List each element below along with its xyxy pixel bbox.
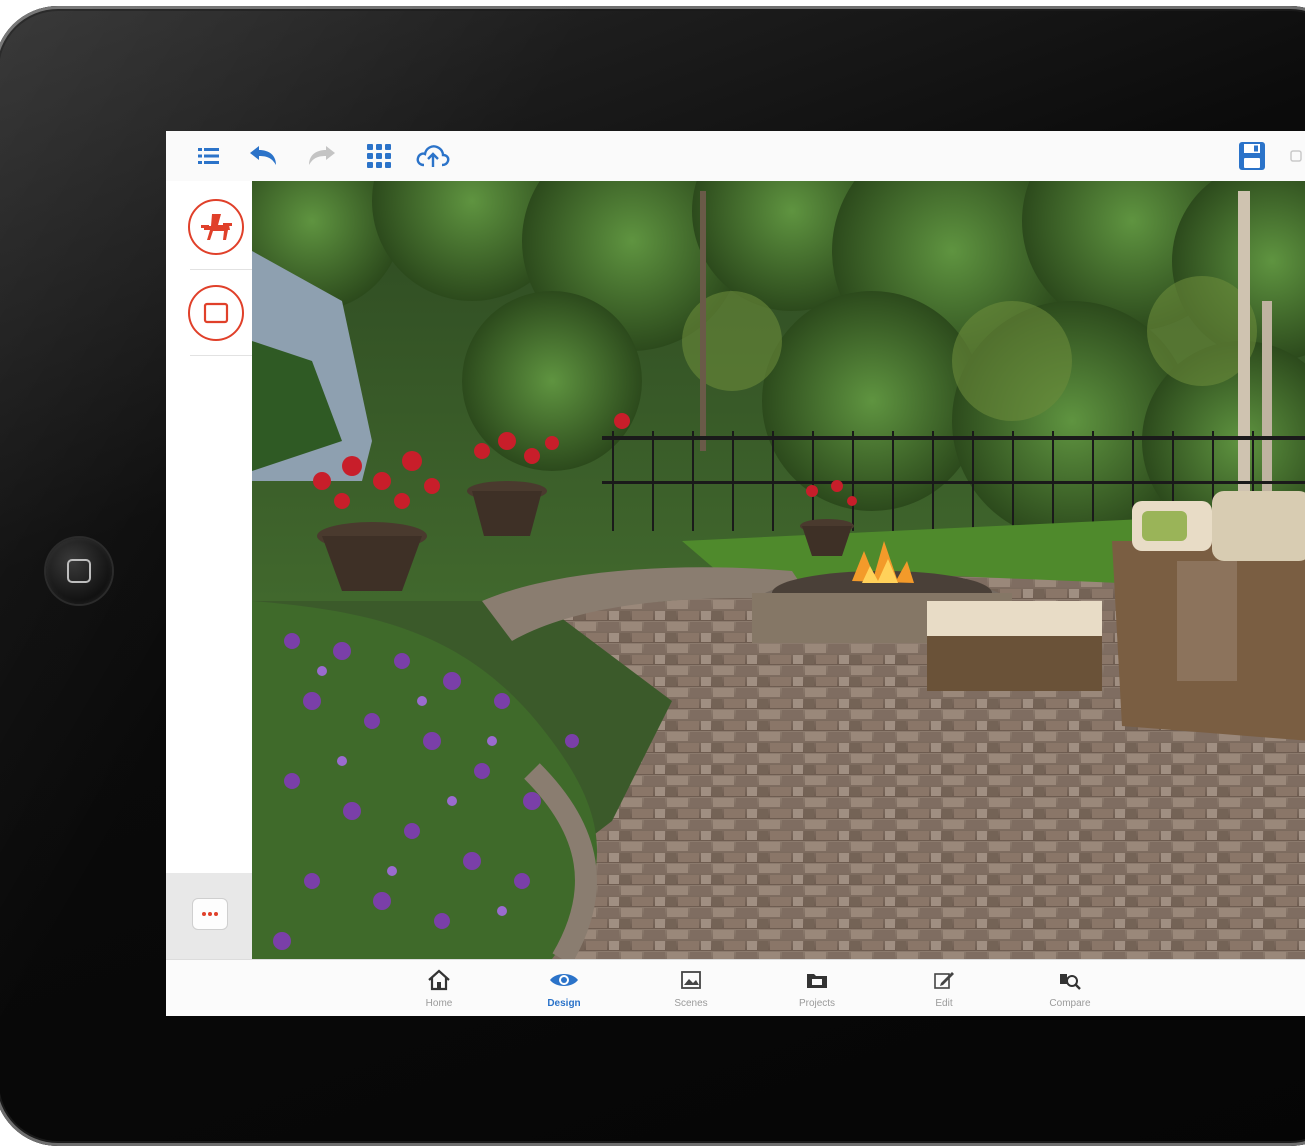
top-toolbar [166, 131, 1305, 182]
app-screen: Home Design Scenes Projects Edit Compare [166, 131, 1305, 1016]
tab-edit[interactable]: Edit [899, 966, 989, 1016]
tab-label: Home [425, 998, 453, 1009]
save-icon[interactable] [1236, 141, 1268, 171]
image-icon [681, 971, 701, 989]
tool-divider [190, 269, 252, 270]
undo-icon[interactable] [247, 141, 279, 171]
home-hardware-button[interactable] [46, 538, 112, 604]
tool-sidebar [166, 181, 253, 959]
sidebar-footer [166, 873, 252, 959]
tab-label: Edit [935, 998, 953, 1009]
tab-label: Scenes [674, 998, 708, 1009]
tab-design[interactable]: Design [519, 966, 609, 1016]
tab-label: Projects [798, 998, 836, 1009]
more-dots-icon[interactable] [192, 898, 228, 930]
cloud-upload-icon[interactable] [413, 141, 453, 171]
tab-label: Compare [1049, 998, 1091, 1009]
bottom-tab-bar: Home Design Scenes Projects Edit Compare [166, 959, 1305, 1016]
design-photo-canvas[interactable] [252, 181, 1305, 959]
rectangle-tool-button[interactable] [188, 285, 244, 341]
furniture-tool-button[interactable] [188, 199, 244, 255]
tool-divider [190, 355, 252, 356]
tab-projects[interactable]: Projects [772, 966, 862, 1016]
eye-icon [550, 974, 578, 986]
folder-icon [807, 974, 827, 988]
compare-icon [1060, 974, 1081, 990]
pencil-icon [934, 972, 954, 989]
tab-label: Design [547, 998, 581, 1009]
redo-icon[interactable] [306, 141, 338, 171]
home-icon [428, 969, 450, 991]
grid-icon[interactable] [363, 141, 395, 171]
tab-scenes[interactable]: Scenes [646, 966, 736, 1016]
chair-icon [201, 214, 232, 240]
rectangle-icon [203, 302, 229, 324]
tab-compare[interactable]: Compare [1025, 966, 1115, 1016]
tab-home[interactable]: Home [394, 966, 484, 1016]
patio-photo [252, 181, 1305, 959]
home-button-glyph [67, 559, 91, 583]
share-icon[interactable] [1286, 141, 1305, 171]
list-icon[interactable] [193, 141, 225, 171]
